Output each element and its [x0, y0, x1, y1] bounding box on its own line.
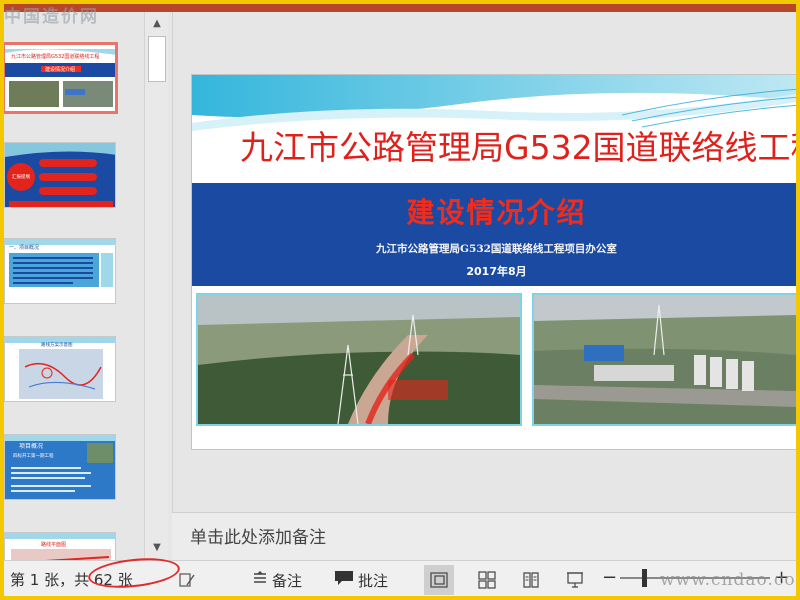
slide-sorter-icon	[478, 571, 496, 589]
thumbnail-5-caption: 项目概况	[19, 443, 44, 450]
slideshow-button[interactable]	[560, 565, 590, 595]
slideshow-icon	[567, 572, 583, 588]
project-camp-photo	[534, 295, 796, 424]
thumbnail-6-caption: 路线平面图	[41, 542, 67, 548]
notes-pane[interactable]: 单击此处添加备注	[172, 512, 800, 560]
spellcheck-icon	[179, 573, 195, 587]
thumbnail-2-caption: 汇报提纲	[12, 175, 30, 180]
notes-label: 备注	[272, 571, 303, 590]
current-slide[interactable]: 九江市公路管理局G532国道联络线工程 建设情况介绍 九江市公路管理局G532国…	[191, 74, 800, 450]
normal-view-button[interactable]	[424, 565, 454, 595]
watermark-url: www.cndao.com	[660, 570, 800, 590]
construction-site-photo	[198, 295, 520, 424]
notes-icon	[252, 571, 268, 589]
thumbnail-scrollbar[interactable]: ▲ ▼	[144, 12, 168, 560]
thumbnail-1-band: 建设情况介绍	[45, 67, 76, 73]
aerial-photo-right[interactable]	[532, 293, 798, 426]
slide-band-title[interactable]: 建设情况介绍	[192, 191, 799, 231]
aerial-photo-left[interactable]	[196, 293, 522, 426]
zoom-out-button[interactable]: −	[602, 567, 617, 588]
ribbon-edge	[0, 0, 800, 12]
normal-view-icon	[430, 572, 448, 588]
reading-view-icon	[523, 572, 539, 588]
slide-thumbnail-3[interactable]: 一、项目概况	[4, 238, 116, 304]
thumbnail-4-caption: 路线方案示意图	[41, 343, 73, 348]
comment-icon	[334, 570, 354, 590]
notes-placeholder[interactable]: 单击此处添加备注	[190, 523, 326, 548]
scrollbar-thumb[interactable]	[148, 36, 166, 82]
slide-sorter-button[interactable]	[472, 565, 502, 595]
thumbnail-5-sub: 四标开工第一期工程	[13, 454, 54, 459]
slide-title[interactable]: 九江市公路管理局G532国道联络线工程	[240, 121, 799, 169]
slide-thumbnail-1[interactable]: 九江市公路管理局G532国道联络线工程 建设情况介绍	[2, 42, 118, 114]
slide-thumbnail-5[interactable]: 项目概况 四标开工第一期工程	[4, 434, 116, 500]
thumbnail-3-caption: 一、项目概况	[9, 245, 40, 251]
scroll-down-icon[interactable]: ▼	[147, 540, 167, 556]
reading-view-button[interactable]	[516, 565, 546, 595]
slide-date[interactable]: 2017年8月	[192, 263, 799, 279]
slide-thumbnail-4[interactable]: 路线方案示意图	[4, 336, 116, 402]
scroll-up-icon[interactable]: ▲	[147, 16, 167, 32]
thumbnail-1-caption: 九江市公路管理局G532国道联络线工程	[11, 54, 100, 60]
comments-label: 批注	[358, 571, 389, 590]
slide-thumbnail-6[interactable]: 路线平面图	[4, 532, 116, 560]
watermark-logo: 中国造价网	[4, 7, 99, 27]
notes-button[interactable]: 备注	[252, 567, 302, 593]
comments-button[interactable]: 批注	[334, 567, 388, 593]
slide-thumbnail-pane[interactable]: 九江市公路管理局G532国道联络线工程 建设情况介绍 汇报提纲 一、项目概况 路…	[0, 12, 144, 560]
zoom-slider-handle[interactable]	[642, 569, 647, 587]
slide-thumbnail-2[interactable]: 汇报提纲	[4, 142, 116, 208]
slide-subtitle[interactable]: 九江市公路管理局G532国道联络线工程项目办公室	[192, 241, 799, 256]
